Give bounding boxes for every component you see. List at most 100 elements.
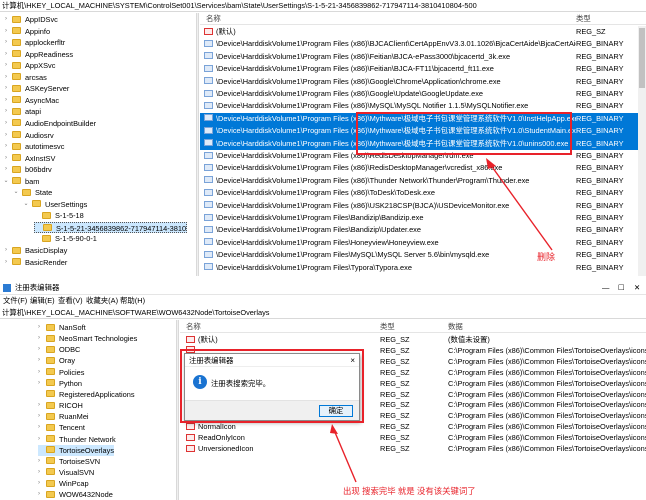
value-row[interactable]: \Device\HarddiskVolume1\Program Files (x… <box>200 76 638 88</box>
value-row[interactable]: \Device\HarddiskVolume1\Program Files (x… <box>200 38 638 50</box>
top-vertical-scrollbar[interactable] <box>638 26 646 276</box>
minimize-icon[interactable]: — <box>602 281 609 295</box>
top-scroll-thumb[interactable] <box>639 28 645 88</box>
expand-arrow-icon[interactable]: › <box>36 322 42 334</box>
value-row[interactable]: \Device\HarddiskVolume1\Program Files\Ba… <box>200 212 638 224</box>
expand-arrow-icon[interactable]: › <box>3 26 9 38</box>
tree-node[interactable]: › applockerfltr <box>4 37 65 49</box>
tree-node[interactable]: › Tencent <box>38 422 85 434</box>
expand-arrow-icon[interactable]: › <box>36 467 42 479</box>
column-name-header-bottom[interactable]: 名称 <box>186 321 201 333</box>
tree-node[interactable]: S-1-5-18 <box>34 210 84 222</box>
expand-arrow-icon[interactable]: › <box>36 434 42 446</box>
tree-node[interactable]: › Appinfo <box>4 26 50 38</box>
tree-node[interactable]: S-1-5-90-0-1 <box>34 233 97 245</box>
tree-node[interactable]: › AsyncMac <box>4 95 59 107</box>
tree-node[interactable]: S-1-5-21-3456839862-717947114-3810 <box>34 221 188 234</box>
expand-arrow-icon[interactable]: › <box>3 257 9 269</box>
menu-help[interactable]: 帮助(H) <box>120 295 145 306</box>
expand-arrow-icon[interactable]: ⌄ <box>3 176 9 188</box>
top-address-bar[interactable]: 计算机\HKEY_LOCAL_MACHINE\SYSTEM\ControlSet… <box>0 0 646 12</box>
value-row[interactable]: \Device\HarddiskVolume1\Program Files (x… <box>200 88 638 100</box>
tree-node[interactable]: › ODBC <box>38 344 80 356</box>
tree-node[interactable]: › NeoSmart Technologies <box>38 333 137 345</box>
tree-node[interactable]: ⌄ State <box>13 187 52 199</box>
expand-arrow-icon[interactable]: ⌄ <box>13 187 19 199</box>
tree-node[interactable]: ⌄ UserSettings <box>23 199 87 211</box>
tree-node[interactable]: › Thunder Network <box>38 434 116 446</box>
close-icon[interactable]: ✕ <box>634 281 640 295</box>
tree-node[interactable]: › BasicDisplay <box>4 245 67 257</box>
tree-node[interactable]: › NanSoft <box>38 322 86 334</box>
expand-arrow-icon[interactable]: › <box>3 49 9 61</box>
expand-arrow-icon[interactable]: › <box>3 164 9 176</box>
expand-arrow-icon[interactable]: › <box>3 72 9 84</box>
tree-node[interactable]: › VisualSVN <box>38 467 94 479</box>
expand-arrow-icon[interactable]: › <box>36 456 42 468</box>
tree-node[interactable]: › Python <box>38 378 82 390</box>
expand-arrow-icon[interactable]: › <box>36 400 42 412</box>
bottom-pane-splitter[interactable] <box>176 320 179 500</box>
tree-node[interactable]: ⌄ bam <box>3 176 39 188</box>
column-data-header-bottom[interactable]: 数据 <box>448 321 463 333</box>
tree-node[interactable]: › TortoiseSVN <box>38 456 100 468</box>
tree-node[interactable]: › AxInstSV <box>4 153 55 165</box>
tree-node[interactable]: › Audiosrv <box>4 130 54 142</box>
tree-node[interactable]: › AppIDSvc <box>4 14 58 26</box>
expand-arrow-icon[interactable]: › <box>36 333 42 345</box>
value-row[interactable]: \Device\HarddiskVolume1\Program Files (x… <box>200 63 638 75</box>
value-row[interactable]: \Device\HarddiskVolume1\Program Files (x… <box>200 100 638 112</box>
menu-favorites[interactable]: 收藏夹(A) <box>86 295 118 306</box>
tree-node[interactable]: › RICOH <box>38 400 83 412</box>
tree-node[interactable]: › AppReadiness <box>4 49 73 61</box>
expand-arrow-icon[interactable]: › <box>3 153 9 165</box>
value-row[interactable]: \Device\HarddiskVolume1\Program Files (x… <box>200 200 638 212</box>
expand-arrow-icon[interactable]: › <box>3 83 9 95</box>
maximize-icon[interactable]: ☐ <box>618 281 625 295</box>
expand-arrow-icon[interactable]: › <box>3 37 9 49</box>
tree-node[interactable]: › b06bdrv <box>4 164 52 176</box>
expand-arrow-icon[interactable]: › <box>3 118 9 130</box>
tree-node[interactable]: › Oray <box>38 355 75 367</box>
expand-arrow-icon[interactable]: ⌄ <box>23 199 29 211</box>
expand-arrow-icon[interactable]: › <box>36 378 42 390</box>
column-type-header[interactable]: 类型 <box>576 13 591 25</box>
value-row[interactable]: \Device\HarddiskVolume1\Program Files (x… <box>200 51 638 63</box>
tree-node[interactable]: › WOW6432Node <box>38 489 113 500</box>
expand-arrow-icon[interactable]: › <box>36 367 42 379</box>
value-row[interactable]: \Device\HarddiskVolume1\Program Files\Ho… <box>200 237 638 249</box>
menu-edit[interactable]: 编辑(E) <box>30 295 55 306</box>
expand-arrow-icon[interactable]: › <box>3 245 9 257</box>
expand-arrow-icon[interactable]: › <box>3 130 9 142</box>
expand-arrow-icon[interactable]: › <box>36 489 42 500</box>
expand-arrow-icon[interactable]: › <box>3 95 9 107</box>
expand-arrow-icon[interactable]: › <box>36 344 42 356</box>
value-row[interactable]: \Device\HarddiskVolume1\Program Files\Ba… <box>200 224 638 236</box>
tree-node[interactable]: › atapi <box>4 106 41 118</box>
value-row[interactable]: \Device\HarddiskVolume1\Program Files (x… <box>200 187 638 199</box>
column-name-header[interactable]: 名称 <box>206 13 221 25</box>
expand-arrow-icon[interactable]: › <box>3 141 9 153</box>
value-row[interactable]: (默认) REG_SZ <box>200 26 638 38</box>
tree-node[interactable]: RegisteredApplications <box>38 389 135 401</box>
tree-node[interactable]: › WinPcap <box>38 478 89 490</box>
value-row[interactable]: \Device\HarddiskVolume1\Program Files\My… <box>200 249 638 261</box>
tree-node[interactable]: › RuanMei <box>38 411 89 423</box>
tree-node[interactable]: › autotimesvc <box>4 141 64 153</box>
column-type-header-bottom[interactable]: 类型 <box>380 321 395 333</box>
tree-node[interactable]: › AppXSvc <box>4 60 55 72</box>
expand-arrow-icon[interactable]: › <box>3 106 9 118</box>
tree-node[interactable]: › arcsas <box>4 72 47 84</box>
expand-arrow-icon[interactable]: › <box>36 422 42 434</box>
tree-node[interactable]: › ASKeyServer <box>4 83 69 95</box>
top-pane-splitter[interactable] <box>196 13 199 276</box>
value-row[interactable]: \Device\HarddiskVolume1\Program Files (x… <box>200 175 638 187</box>
value-row[interactable]: \Device\HarddiskVolume1\Program Files\Ty… <box>200 262 638 274</box>
bottom-address-bar[interactable]: 计算机\HKEY_LOCAL_MACHINE\SOFTWARE\WOW6432N… <box>0 307 646 319</box>
expand-arrow-icon[interactable]: › <box>36 411 42 423</box>
tree-node[interactable]: › Policies <box>38 367 84 379</box>
value-row[interactable]: \Device\HarddiskVolume1\Program Files (x… <box>200 162 638 174</box>
tree-node[interactable]: › BasicRender <box>4 257 67 269</box>
expand-arrow-icon[interactable]: › <box>36 478 42 490</box>
menu-view[interactable]: 查看(V) <box>58 295 83 306</box>
